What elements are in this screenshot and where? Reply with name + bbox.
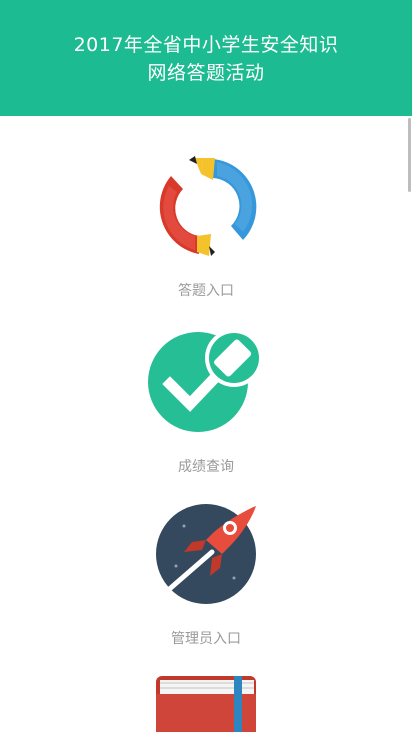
menu-item-answer-entry[interactable]: 答题入口 xyxy=(106,152,306,302)
scrollbar-thumb[interactable] xyxy=(408,118,411,192)
app-page: 2017年全省中小学生安全知识 网络答题活动 答题入口 成绩查询 管理员入口 xyxy=(0,0,412,732)
menu-item-book[interactable] xyxy=(106,676,306,732)
menu-item-label: 答题入口 xyxy=(178,283,234,299)
rocket-icon xyxy=(156,504,256,604)
page-title-line1: 2017年全省中小学生安全知识 xyxy=(73,34,339,56)
menu-item-score-query[interactable]: 成绩查询 xyxy=(106,328,306,478)
pencil-cycle-icon xyxy=(159,156,257,256)
checkmark-eraser-icon xyxy=(148,329,263,432)
menu-item-label: 管理员入口 xyxy=(171,631,241,647)
book-icon xyxy=(156,676,256,732)
scrollbar[interactable] xyxy=(407,116,412,732)
page-title-line2: 网络答题活动 xyxy=(147,62,265,84)
menu-item-admin-entry[interactable]: 管理员入口 xyxy=(106,502,306,652)
page-header: 2017年全省中小学生安全知识 网络答题活动 xyxy=(0,0,412,116)
menu-item-label: 成绩查询 xyxy=(178,459,234,475)
